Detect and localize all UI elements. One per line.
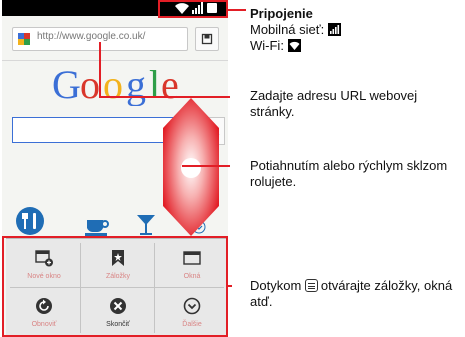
menu-hint-start: Dotykom bbox=[250, 278, 302, 293]
scroll-gesture-arrow bbox=[163, 98, 219, 236]
status-highlight-box bbox=[158, 0, 228, 18]
bookmarks-button[interactable] bbox=[195, 27, 219, 51]
search-input[interactable] bbox=[12, 117, 184, 143]
bookmark-page-icon bbox=[201, 33, 213, 45]
url-leader-line bbox=[99, 96, 230, 98]
svg-text:l: l bbox=[149, 62, 160, 106]
menu-leader-line bbox=[228, 285, 232, 287]
svg-text:o: o bbox=[103, 62, 123, 106]
menu-key-icon bbox=[304, 279, 318, 292]
svg-text:g: g bbox=[126, 62, 146, 106]
scroll-leader-line bbox=[182, 165, 230, 167]
wifi-icon bbox=[287, 39, 301, 52]
signal-icon bbox=[327, 23, 341, 36]
url-text: http://www.google.co.uk/ bbox=[37, 31, 146, 42]
coffee-icon[interactable] bbox=[85, 218, 111, 236]
scroll-callout: Potiahnutím alebo rýchlym sklzom rolujet… bbox=[250, 158, 448, 189]
bar-icon[interactable] bbox=[136, 214, 156, 236]
svg-text:o: o bbox=[80, 62, 100, 106]
menu-highlight-box bbox=[2, 236, 228, 337]
connection-leader-line bbox=[228, 9, 246, 11]
mobile-network-label: Mobilná sieť: bbox=[250, 22, 325, 37]
connection-title: Pripojenie bbox=[250, 6, 313, 21]
url-leader-line-vertical bbox=[99, 42, 101, 97]
connection-callout: Pripojenie Mobilná sieť: Wi-Fi: bbox=[250, 6, 460, 54]
restaurant-icon[interactable] bbox=[15, 206, 45, 236]
url-callout: Zadajte adresu URL webovej stránky. bbox=[250, 88, 418, 119]
google-favicon-icon bbox=[18, 33, 30, 45]
wifi-label: Wi-Fi: bbox=[250, 38, 284, 53]
url-bar: http://www.google.co.uk/ bbox=[2, 16, 228, 61]
svg-text:G: G bbox=[52, 62, 81, 106]
menu-callout: Dotykom otvárajte záložky, okná atď. bbox=[250, 278, 464, 310]
